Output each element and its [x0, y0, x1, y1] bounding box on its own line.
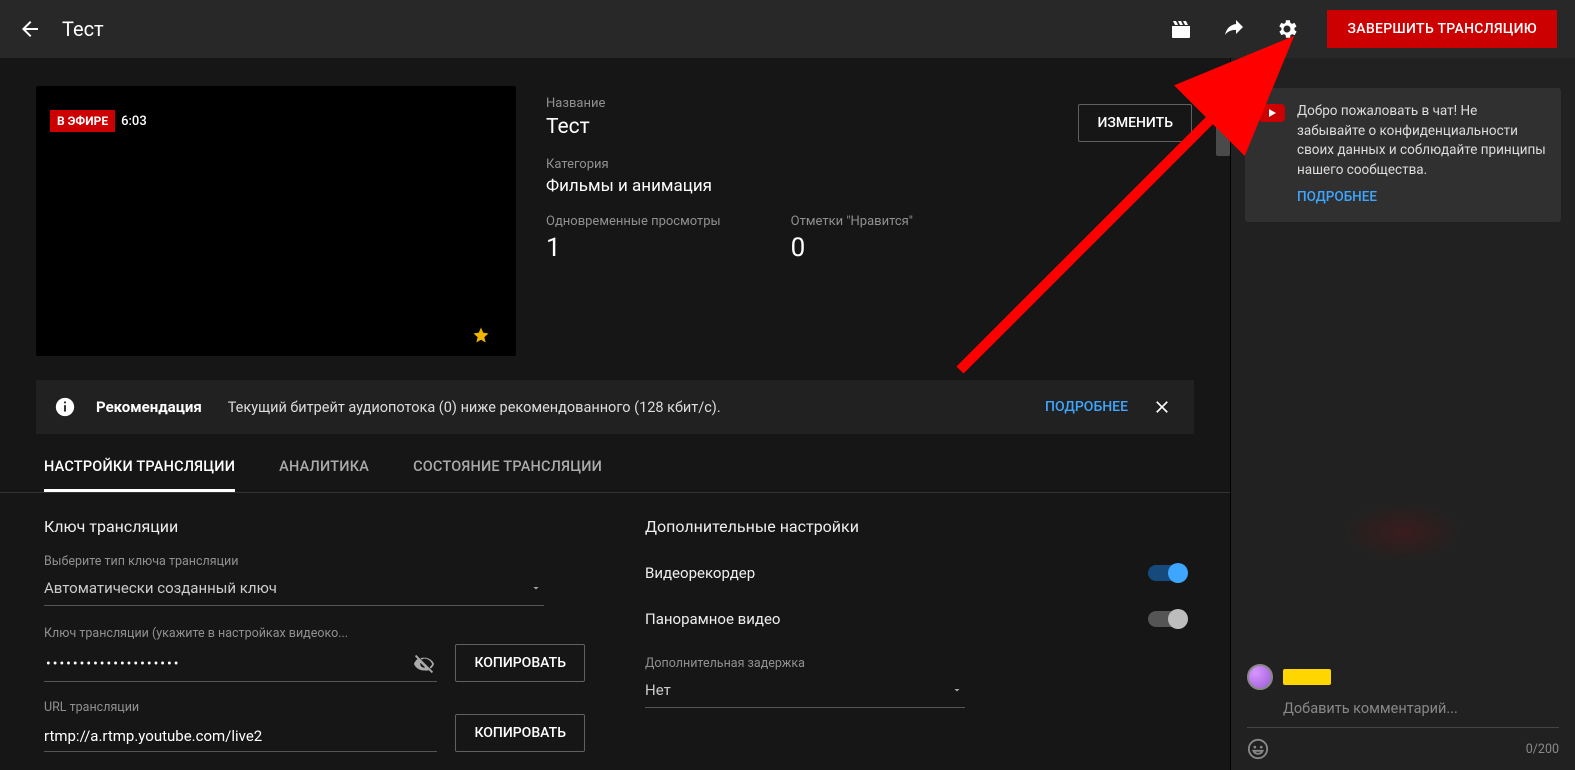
chat-welcome: Добро пожаловать в чат! Не забывайте о к… — [1245, 88, 1561, 222]
char-count: 0/200 — [1526, 742, 1559, 757]
chat-body[interactable] — [1231, 222, 1575, 654]
delay-select[interactable]: Нет — [645, 677, 965, 708]
stream-key-masked: •••••••••••••••••••• — [46, 656, 180, 672]
likes-label: Отметки "Нравится" — [791, 214, 913, 229]
username-chip — [1283, 669, 1331, 685]
stream-key-column: Ключ трансляции Выберите тип ключа транс… — [44, 517, 585, 770]
edit-button[interactable]: ИЗМЕНИТЬ — [1078, 104, 1192, 142]
tabs: НАСТРОЙКИ ТРАНСЛЯЦИИ АНАЛИТИКА СОСТОЯНИЕ… — [0, 434, 1230, 493]
back-arrow-icon[interactable] — [18, 17, 42, 41]
delay-value: Нет — [645, 681, 671, 699]
top-bar: Тест ЗАВЕРШИТЬ ТРАНСЛЯЦИЮ — [0, 0, 1575, 58]
scrollbar[interactable] — [1216, 116, 1230, 156]
gear-icon[interactable] — [1275, 17, 1299, 41]
likes-value: 0 — [791, 233, 913, 263]
chat-welcome-text: Добро пожаловать в чат! Не забывайте о к… — [1297, 103, 1546, 178]
chat-more-link[interactable]: ПОДРОБНЕЕ — [1297, 188, 1547, 208]
main-panel: В ЭФИРЕ 6:03 ИЗМЕНИТЬ Название Тест Кате… — [0, 58, 1230, 770]
pano-toggle[interactable] — [1148, 611, 1186, 627]
meta-category-value: Фильмы и анимация — [546, 176, 1202, 196]
stream-url-value[interactable]: rtmp://a.rtmp.youtube.com/live2 — [44, 721, 437, 752]
youtube-icon — [1259, 104, 1285, 122]
live-badge: В ЭФИРЕ 6:03 — [50, 110, 147, 132]
tab-stream-settings[interactable]: НАСТРОЙКИ ТРАНСЛЯЦИИ — [44, 458, 235, 492]
dvr-toggle[interactable] — [1148, 565, 1186, 581]
stream-key-input[interactable]: •••••••••••••••••••• — [44, 647, 437, 682]
tab-stream-health[interactable]: СОСТОЯНИЕ ТРАНСЛЯЦИИ — [413, 458, 602, 492]
chevron-down-icon — [530, 582, 542, 594]
dvr-label: Видеорекордер — [645, 564, 755, 582]
extra-settings-column: Дополнительные настройки Видеорекордер П… — [645, 517, 1186, 770]
key-type-select[interactable]: Автоматически созданный ключ — [44, 575, 544, 606]
info-icon — [54, 396, 76, 418]
notice-more-link[interactable]: ПОДРОБНЕЕ — [1045, 399, 1128, 415]
chat-input[interactable]: Добавить комментарий... — [1247, 696, 1559, 728]
share-icon[interactable] — [1221, 17, 1247, 41]
key-type-value: Автоматически созданный ключ — [44, 579, 277, 597]
header-actions: ЗАВЕРШИТЬ ТРАНСЛЯЦИЮ — [1169, 10, 1557, 48]
star-icon — [472, 326, 490, 344]
glow-effect — [1343, 502, 1463, 562]
clapperboard-icon[interactable] — [1169, 17, 1193, 41]
close-icon[interactable] — [1148, 397, 1176, 417]
pano-label: Панорамное видео — [645, 610, 780, 628]
notice-text: Текущий битрейт аудиопотока (0) ниже рек… — [228, 399, 1025, 416]
page-title: Тест — [62, 17, 1149, 41]
stream-key-title: Ключ трансляции — [44, 517, 585, 536]
extra-settings-title: Дополнительные настройки — [645, 517, 1186, 536]
viewers-label: Одновременные просмотры — [546, 214, 721, 229]
end-stream-button[interactable]: ЗАВЕРШИТЬ ТРАНСЛЯЦИЮ — [1327, 10, 1557, 48]
stream-key-label: Ключ трансляции (укажите в настройках ви… — [44, 626, 437, 641]
chat-panel: Добро пожаловать в чат! Не забывайте о к… — [1230, 58, 1575, 770]
emoji-icon[interactable] — [1247, 738, 1269, 760]
stream-preview[interactable]: В ЭФИРЕ 6:03 — [36, 86, 516, 356]
meta-category-label: Категория — [546, 157, 1202, 172]
copy-key-button[interactable]: КОПИРОВАТЬ — [455, 644, 585, 682]
stream-meta: ИЗМЕНИТЬ Название Тест Категория Фильмы … — [546, 86, 1202, 356]
viewers-value: 1 — [546, 233, 721, 263]
chevron-down-icon — [951, 684, 963, 696]
avatar[interactable] — [1247, 664, 1273, 690]
stream-url-label: URL трансляции — [44, 700, 437, 715]
delay-label: Дополнительная задержка — [645, 656, 1186, 671]
visibility-off-icon[interactable] — [413, 653, 435, 675]
tab-analytics[interactable]: АНАЛИТИКА — [279, 458, 369, 492]
notice-title: Рекомендация — [96, 398, 202, 416]
live-elapsed: 6:03 — [121, 114, 147, 129]
recommendation-notice: Рекомендация Текущий битрейт аудиопотока… — [36, 380, 1194, 434]
key-type-label: Выберите тип ключа трансляции — [44, 554, 585, 569]
live-tag: В ЭФИРЕ — [50, 110, 115, 132]
copy-url-button[interactable]: КОПИРОВАТЬ — [455, 714, 585, 752]
